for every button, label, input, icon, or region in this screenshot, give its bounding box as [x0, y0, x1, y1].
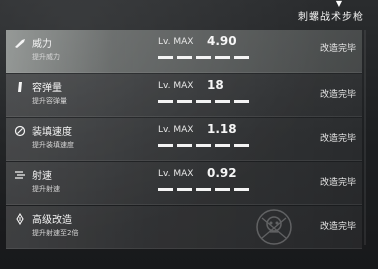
weapon-upgrade-screen: ▼ 刺螺战术步枪 威力 提升威力 Lv. MAX 4.90 改造完毕 容弹量 提… [0, 0, 378, 269]
level-bar [177, 100, 192, 103]
level-bar [177, 188, 192, 191]
skull-stamp-icon [256, 209, 292, 245]
level-bars [158, 188, 249, 191]
upgrade-name: 高级改造 [32, 215, 72, 226]
fire-rate-icon [15, 171, 25, 179]
status-label: 改造完毕 [319, 222, 356, 232]
level-bar [177, 144, 192, 147]
advanced-upgrade-icon [16, 213, 24, 225]
status-label: 改造完毕 [319, 90, 356, 100]
upgrade-desc: 提升射速 [32, 185, 60, 193]
level-bar [234, 144, 249, 147]
status-label: 改造完毕 [319, 44, 356, 54]
weapon-header: ▼ 刺螺战术步枪 [0, 0, 378, 24]
weapon-name[interactable]: 刺螺战术步枪 [298, 8, 364, 23]
upgrade-row-reload[interactable]: 装填速度 提升装填速度 Lv. MAX 1.18 改造完毕 [6, 118, 362, 161]
upgrade-desc: 提升容弹量 [32, 97, 67, 105]
chevron-down-icon[interactable]: ▼ [336, 0, 342, 8]
status-label: 改造完毕 [319, 134, 356, 144]
upgrade-name: 威力 [32, 39, 52, 50]
level-bars [158, 100, 249, 103]
level-bars [158, 56, 249, 59]
level-bar [234, 188, 249, 191]
level-bar [215, 56, 230, 59]
level-bar [158, 100, 173, 103]
level-bar [196, 188, 211, 191]
level-label: Lv. MAX [158, 81, 194, 91]
upgrade-row-fire-rate[interactable]: 射速 提升射速 Lv. MAX 0.92 改造完毕 [6, 162, 362, 205]
upgrade-list: 威力 提升威力 Lv. MAX 4.90 改造完毕 容弹量 提升容弹量 Lv. … [6, 30, 362, 250]
upgrade-row-power[interactable]: 威力 提升威力 Lv. MAX 4.90 改造完毕 [6, 30, 362, 73]
upgrade-desc: 提升装填速度 [32, 141, 74, 149]
level-label: Lv. MAX [158, 37, 194, 47]
gun-power-icon [15, 39, 25, 48]
level-label: Lv. MAX [158, 169, 194, 179]
level-bar [234, 56, 249, 59]
status-label: 改造完毕 [319, 178, 356, 188]
ammo-magazine-icon [18, 82, 22, 92]
reload-icon [14, 125, 26, 137]
level-label: Lv. MAX [158, 125, 194, 135]
upgrade-name: 射速 [32, 171, 52, 182]
level-bar [215, 100, 230, 103]
level-bar [158, 188, 173, 191]
stat-value: 1.18 [207, 122, 237, 136]
level-bar [177, 56, 192, 59]
upgrade-row-magazine[interactable]: 容弹量 提升容弹量 Lv. MAX 18 改造完毕 [6, 74, 362, 117]
level-bar [158, 56, 173, 59]
stat-value: 4.90 [207, 34, 237, 48]
level-bar [215, 188, 230, 191]
upgrade-name: 装填速度 [32, 127, 72, 138]
stat-value: 18 [207, 78, 224, 92]
level-bar [234, 100, 249, 103]
level-bar [196, 144, 211, 147]
stat-value: 0.92 [207, 166, 237, 180]
upgrade-row-advanced[interactable]: 高级改造 提升射速至2倍 改造完毕 [6, 206, 362, 249]
level-bar [196, 56, 211, 59]
level-bar [215, 144, 230, 147]
upgrade-desc: 提升射速至2倍 [32, 229, 79, 237]
scrollbar[interactable] [364, 30, 366, 245]
level-bar [196, 100, 211, 103]
level-bars [158, 144, 249, 147]
upgrade-desc: 提升威力 [32, 53, 60, 61]
upgrade-name: 容弹量 [32, 83, 62, 94]
level-bar [158, 144, 173, 147]
